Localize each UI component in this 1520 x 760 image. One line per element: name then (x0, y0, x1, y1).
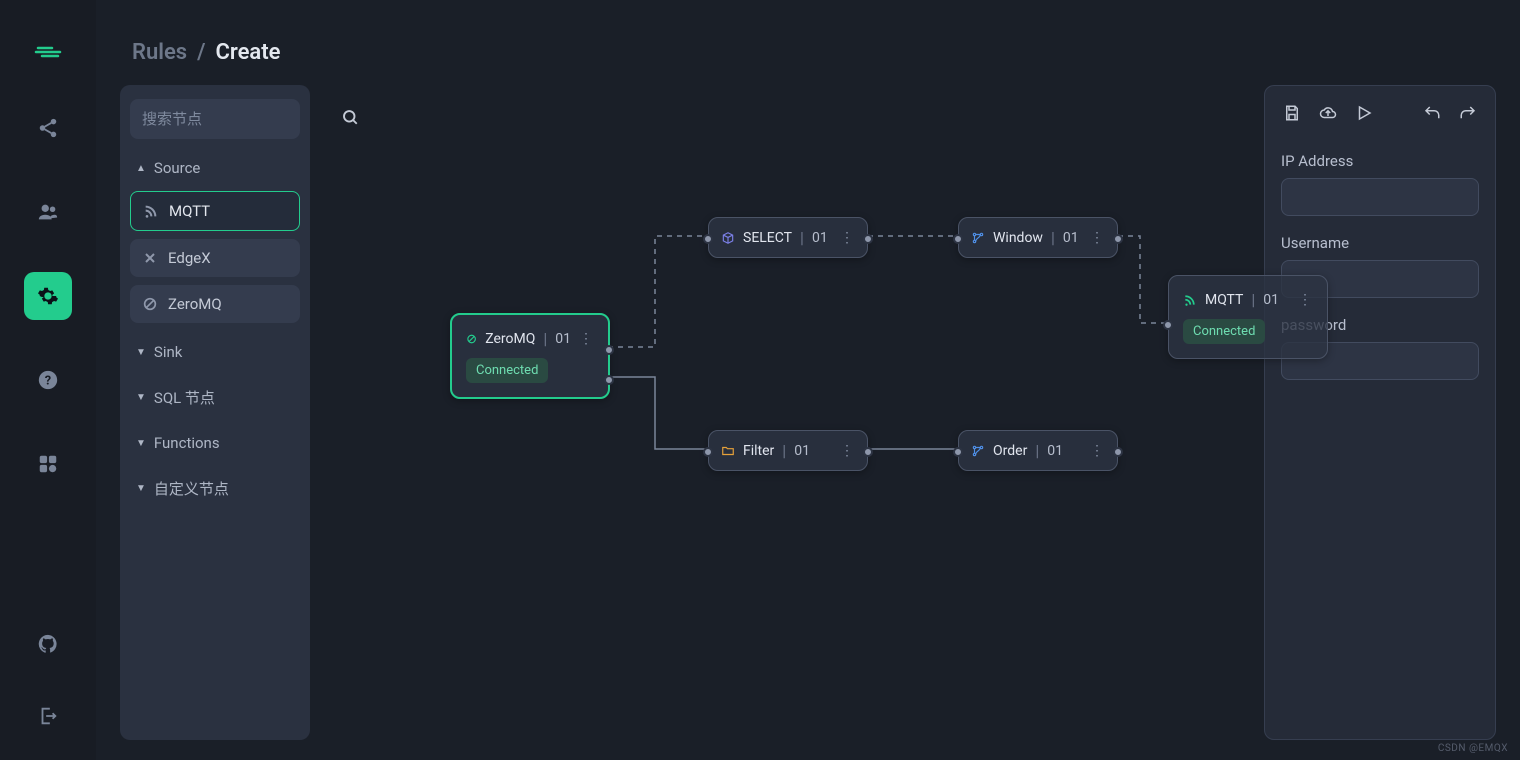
port-out[interactable] (1113, 234, 1123, 244)
port-in[interactable] (953, 447, 963, 457)
node-menu-icon[interactable]: ⋮ (1090, 446, 1105, 456)
watermark: CSDN @EMQX (1438, 743, 1508, 754)
nav-share[interactable] (24, 104, 72, 152)
group-source[interactable]: ▲Source (130, 153, 300, 183)
node-window[interactable]: Window| 01 ⋮ (958, 217, 1118, 258)
port-out[interactable] (604, 375, 614, 385)
breadcrumb: Rules / Create (96, 0, 1520, 85)
breadcrumb-root[interactable]: Rules (132, 40, 187, 65)
chevron-down-icon: ▼ (136, 392, 146, 403)
redo-icon[interactable] (1459, 104, 1477, 126)
node-filter[interactable]: Filter| 01 ⋮ (708, 430, 868, 471)
chevron-up-icon: ▲ (136, 163, 146, 174)
node-palette: ▲Source MQTT EdgeX ZeroMQ ▼Sink ▼SQL 节点 … (120, 85, 310, 740)
chevron-down-icon: ▼ (136, 347, 146, 358)
branch-icon (971, 444, 985, 458)
username-label: Username (1281, 234, 1479, 252)
nav-github[interactable] (24, 620, 72, 668)
group-sql[interactable]: ▼SQL 节点 (130, 381, 300, 414)
save-icon[interactable] (1283, 104, 1301, 126)
node-select[interactable]: SELECT| 01 ⋮ (708, 217, 868, 258)
palette-item-zeromq[interactable]: ZeroMQ (130, 285, 300, 323)
slash-circle-icon (466, 332, 477, 346)
props-toolbar (1281, 100, 1479, 134)
node-menu-icon[interactable]: ⋮ (1090, 233, 1105, 243)
flow-canvas[interactable]: ZeroMQ| 01 ⋮ Connected SELECT| 01 ⋮ (310, 85, 1264, 740)
node-mqtt[interactable]: MQTT| 01 ⋮ Connected (1168, 275, 1328, 359)
properties-panel: IP Address Username password (1264, 85, 1496, 740)
node-menu-icon[interactable]: ⋮ (840, 233, 855, 243)
port-in[interactable] (703, 447, 713, 457)
undo-icon[interactable] (1423, 104, 1441, 126)
x-icon (142, 250, 158, 266)
port-in[interactable] (703, 234, 713, 244)
chevron-down-icon: ▼ (136, 438, 146, 449)
svg-text:?: ? (45, 374, 51, 389)
node-menu-icon[interactable]: ⋮ (840, 446, 855, 456)
status-badge: Connected (1183, 319, 1265, 344)
palette-search[interactable] (130, 99, 300, 139)
chevron-down-icon: ▼ (136, 483, 146, 494)
status-badge: Connected (466, 358, 548, 383)
port-out[interactable] (863, 234, 873, 244)
main-area: Rules / Create ▲Source MQTT EdgeX (96, 0, 1520, 760)
palette-item-edgex[interactable]: EdgeX (130, 239, 300, 277)
palette-item-mqtt[interactable]: MQTT (130, 191, 300, 231)
node-menu-icon[interactable]: ⋮ (579, 334, 594, 344)
cube-icon (721, 231, 735, 245)
node-order[interactable]: Order| 01 ⋮ (958, 430, 1118, 471)
ip-label: IP Address (1281, 152, 1479, 170)
slash-circle-icon (142, 296, 158, 312)
rss-icon (1183, 293, 1197, 307)
folder-icon (721, 444, 735, 458)
app-logo (32, 36, 64, 68)
branch-icon (971, 231, 985, 245)
node-menu-icon[interactable]: ⋮ (1298, 295, 1313, 305)
edges-layer (310, 85, 1264, 740)
port-in[interactable] (953, 234, 963, 244)
breadcrumb-sep: / (197, 40, 205, 65)
group-functions[interactable]: ▼Functions (130, 428, 300, 458)
port-out[interactable] (1113, 447, 1123, 457)
nav-sidebar: ? (0, 0, 96, 760)
nav-users[interactable] (24, 188, 72, 236)
port-out[interactable] (604, 345, 614, 355)
group-sink[interactable]: ▼Sink (130, 337, 300, 367)
nav-settings[interactable] (24, 272, 72, 320)
node-zeromq[interactable]: ZeroMQ| 01 ⋮ Connected (450, 313, 610, 399)
nav-apps[interactable] (24, 440, 72, 488)
port-out[interactable] (863, 447, 873, 457)
nav-help[interactable]: ? (24, 356, 72, 404)
port-in[interactable] (1163, 320, 1173, 330)
breadcrumb-current: Create (216, 40, 281, 65)
ip-input[interactable] (1281, 178, 1479, 216)
nav-logout[interactable] (24, 692, 72, 740)
rss-icon (143, 203, 159, 219)
play-icon[interactable] (1355, 104, 1373, 126)
group-custom[interactable]: ▼自定义节点 (130, 472, 300, 505)
cloud-upload-icon[interactable] (1319, 104, 1337, 126)
